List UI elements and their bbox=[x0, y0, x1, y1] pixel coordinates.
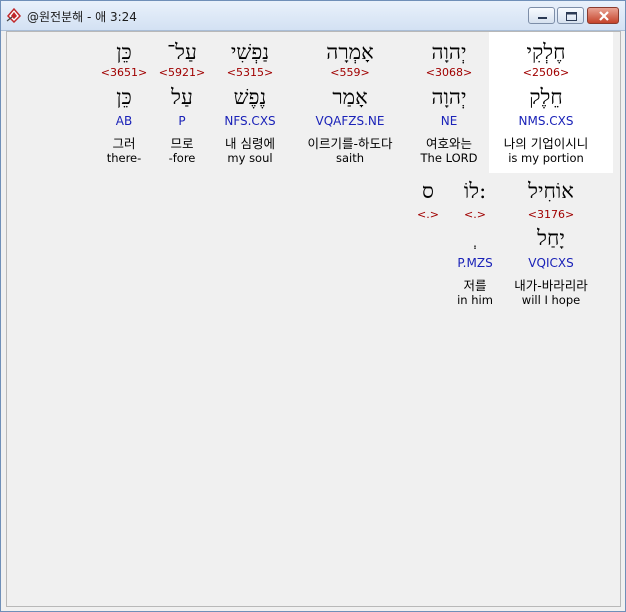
app-logo-icon bbox=[6, 7, 22, 23]
hebrew-surface: יְהוָה bbox=[431, 40, 467, 64]
parsing-code: VQICXS bbox=[528, 256, 574, 270]
parsing-code: VQAFZS.NE bbox=[315, 114, 385, 128]
analysis-panel: חֶלְקִי <2506> חֵלֶק NMS.CXS 나의 기업이시니 is… bbox=[6, 31, 621, 607]
hebrew-lemma: יְהוָה bbox=[431, 85, 467, 109]
hebrew-lemma: כֵּן bbox=[116, 85, 132, 109]
hebrew-surface: חֶלְקִי bbox=[526, 40, 566, 64]
app-window: @원전분해 - 애 3:24 חֶלְקִי <2506> חֵלֶק NMS.… bbox=[0, 0, 626, 612]
strong-number[interactable]: <2506> bbox=[523, 66, 569, 79]
korean-gloss: 이르기를-하도다 bbox=[307, 136, 393, 151]
korean-gloss: 여호와는 bbox=[425, 136, 473, 151]
hebrew-surface: ס bbox=[422, 179, 434, 203]
parsing-code: NFS.CXS bbox=[224, 114, 276, 128]
hebrew-surface: נַפְשִׁי bbox=[230, 40, 270, 64]
english-gloss: my soul bbox=[227, 151, 273, 165]
hebrew-lemma: יָחַל bbox=[537, 226, 565, 250]
hebrew-surface: לוֹ: bbox=[463, 179, 487, 203]
english-gloss: The LORD bbox=[420, 151, 478, 165]
parsing-code: P.MZS bbox=[457, 256, 493, 270]
strong-number[interactable]: <5315> bbox=[227, 66, 273, 79]
hebrew-surface: כֵּן bbox=[116, 40, 132, 64]
strong-number[interactable]: <3651> bbox=[101, 66, 147, 79]
english-gloss: -fore bbox=[168, 151, 196, 165]
strong-number[interactable]: <3068> bbox=[426, 66, 472, 79]
parsing-code: NE bbox=[440, 114, 458, 128]
hebrew-surface: אוֹחִיל bbox=[528, 179, 574, 203]
korean-gloss: 저를 bbox=[463, 278, 487, 293]
korean-gloss: 나의 기업이시니 bbox=[503, 136, 589, 151]
strong-number[interactable]: <3176> bbox=[528, 208, 574, 221]
hebrew-lemma: חֵלֶק bbox=[529, 85, 563, 109]
strong-number[interactable]: <.> bbox=[417, 208, 439, 221]
korean-gloss: 내 심령에 bbox=[225, 136, 275, 151]
minimize-icon bbox=[538, 17, 547, 19]
maximize-button[interactable] bbox=[557, 7, 584, 24]
parsing-code: NMS.CXS bbox=[518, 114, 574, 128]
strong-number[interactable]: <.> bbox=[464, 208, 486, 221]
hebrew-lemma: עַל bbox=[171, 85, 193, 109]
title-bar[interactable]: @원전분해 - 애 3:24 bbox=[1, 1, 625, 31]
korean-gloss: 그러 bbox=[112, 136, 136, 151]
hebrew-lemma: אָמַר bbox=[332, 85, 368, 109]
english-gloss: there- bbox=[106, 151, 142, 165]
close-button[interactable] bbox=[587, 7, 619, 24]
maximize-icon bbox=[566, 12, 577, 21]
hebrew-lemma: נֶפֶשׁ bbox=[233, 85, 267, 109]
strong-number[interactable]: <559> bbox=[330, 66, 369, 79]
english-gloss: is my portion bbox=[508, 151, 584, 165]
parsing-code: AB bbox=[115, 114, 133, 128]
english-gloss: in him bbox=[457, 293, 493, 307]
close-icon bbox=[599, 11, 609, 21]
english-gloss: will I hope bbox=[521, 293, 581, 307]
strong-number[interactable]: <5921> bbox=[159, 66, 205, 79]
parsing-code: P bbox=[178, 114, 186, 128]
minimize-button[interactable] bbox=[528, 7, 555, 24]
korean-gloss: 므로 bbox=[170, 136, 194, 151]
english-gloss: saith bbox=[335, 151, 365, 165]
hebrew-surface: עַל־ bbox=[167, 40, 197, 64]
hebrew-surface: אָמְרָה bbox=[326, 40, 374, 64]
korean-gloss: 내가-바라리라 bbox=[514, 278, 588, 293]
window-title: @원전분해 - 애 3:24 bbox=[27, 10, 137, 24]
